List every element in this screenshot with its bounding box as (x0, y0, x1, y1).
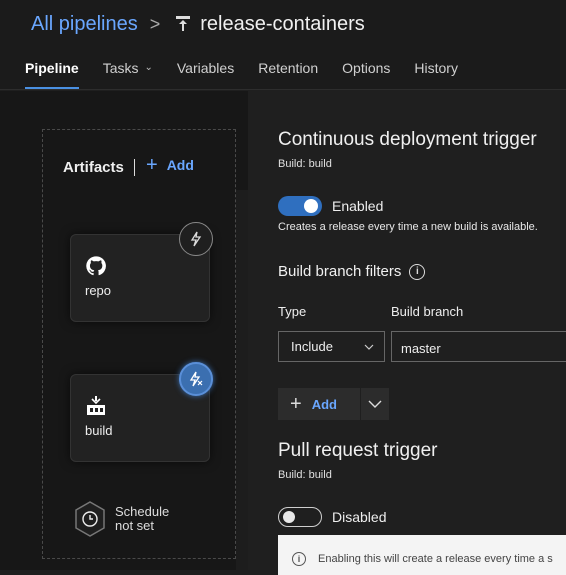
cd-trigger-toggle-label: Enabled (332, 198, 384, 214)
tab-history-label: History (414, 60, 458, 76)
plus-icon: + (290, 393, 302, 415)
pr-trigger-info-text: Enabling this will create a release ever… (318, 553, 553, 565)
schedule-status: not set (115, 518, 155, 533)
tab-bar: Pipeline Tasks ⌄ Variables Retention Opti… (25, 60, 482, 90)
artifact-card-label: repo (85, 283, 112, 298)
filter-type-select[interactable]: Include (278, 331, 385, 362)
tab-tasks-label: Tasks (102, 60, 139, 76)
cd-trigger-title: Continuous deployment trigger (278, 129, 537, 150)
pipeline-canvas: Artifacts + Add repo build Schedule not … (0, 91, 248, 570)
branch-column-header: Build branch (391, 304, 464, 319)
tab-retention[interactable]: Retention (258, 60, 318, 90)
artifacts-panel: Artifacts + Add repo build Schedule not … (42, 129, 236, 559)
breadcrumb-separator: > (149, 13, 161, 34)
tab-history[interactable]: History (414, 60, 458, 90)
tab-options[interactable]: Options (342, 60, 390, 90)
build-branch-value: master (401, 341, 441, 356)
pr-trigger-toggle-label: Disabled (332, 509, 387, 525)
breadcrumb: All pipelines > release-containers (31, 11, 365, 37)
cd-trigger-button-repo[interactable] (179, 222, 213, 256)
artifact-card-label: build (85, 423, 113, 438)
info-icon: i (292, 552, 306, 566)
add-artifact-label: Add (166, 157, 194, 173)
cd-trigger-button-build[interactable] (179, 362, 213, 396)
tab-pipeline[interactable]: Pipeline (25, 60, 79, 90)
pr-trigger-info-banner: i Enabling this will create a release ev… (278, 535, 566, 575)
filter-type-value: Include (291, 339, 333, 354)
tab-retention-label: Retention (258, 60, 319, 76)
chevron-down-icon (368, 400, 382, 408)
pr-trigger-subtitle: Build: build (278, 469, 332, 481)
info-icon[interactable]: i (409, 263, 426, 280)
divider (134, 159, 135, 176)
add-filter-dropdown[interactable] (361, 388, 389, 420)
panel-divider (236, 190, 248, 570)
add-artifact-button[interactable]: + Add (146, 154, 194, 176)
lightning-icon (189, 371, 203, 387)
toggle-knob (283, 511, 295, 523)
artifacts-title: Artifacts (63, 159, 124, 176)
trigger-settings-panel: Continuous deployment trigger Build: bui… (248, 91, 566, 575)
plus-icon: + (146, 154, 158, 176)
cd-trigger-description: Creates a release every time a new build… (278, 221, 538, 233)
pipeline-icon (176, 16, 191, 31)
cd-trigger-subtitle: Build: build (278, 158, 332, 170)
tab-pipeline-label: Pipeline (25, 60, 79, 76)
chevron-down-icon (364, 344, 374, 350)
type-column-header: Type (278, 304, 307, 319)
chevron-down-icon: ⌄ (144, 62, 153, 73)
tab-variables-label: Variables (176, 60, 235, 76)
lightning-icon (190, 231, 202, 247)
cd-trigger-toggle[interactable] (278, 196, 322, 216)
branch-filters-title: Build branch filters (278, 263, 402, 280)
all-pipelines-link[interactable]: All pipelines (31, 13, 138, 36)
add-filter-split-button: + Add (278, 388, 389, 420)
toggle-knob (304, 199, 318, 213)
github-icon (86, 256, 106, 276)
add-filter-label: Add (311, 396, 337, 412)
build-icon (87, 396, 105, 415)
schedule-trigger-button[interactable]: Schedule not set (73, 500, 169, 538)
schedule-label: Schedule (115, 504, 170, 519)
pr-trigger-toggle[interactable] (278, 507, 322, 527)
tab-tasks[interactable]: Tasks ⌄ (103, 60, 153, 90)
build-branch-input[interactable]: master (391, 331, 566, 362)
pipeline-title[interactable]: release-containers (200, 13, 365, 36)
top-bar: All pipelines > release-containers Pipel… (0, 0, 566, 90)
add-filter-button[interactable]: + Add (278, 388, 360, 420)
pr-trigger-title: Pull request trigger (278, 440, 438, 461)
tab-options-label: Options (342, 60, 391, 76)
clock-icon (75, 501, 105, 537)
tab-variables[interactable]: Variables (177, 60, 234, 90)
branch-filters-heading: Build branch filters i (278, 263, 426, 280)
